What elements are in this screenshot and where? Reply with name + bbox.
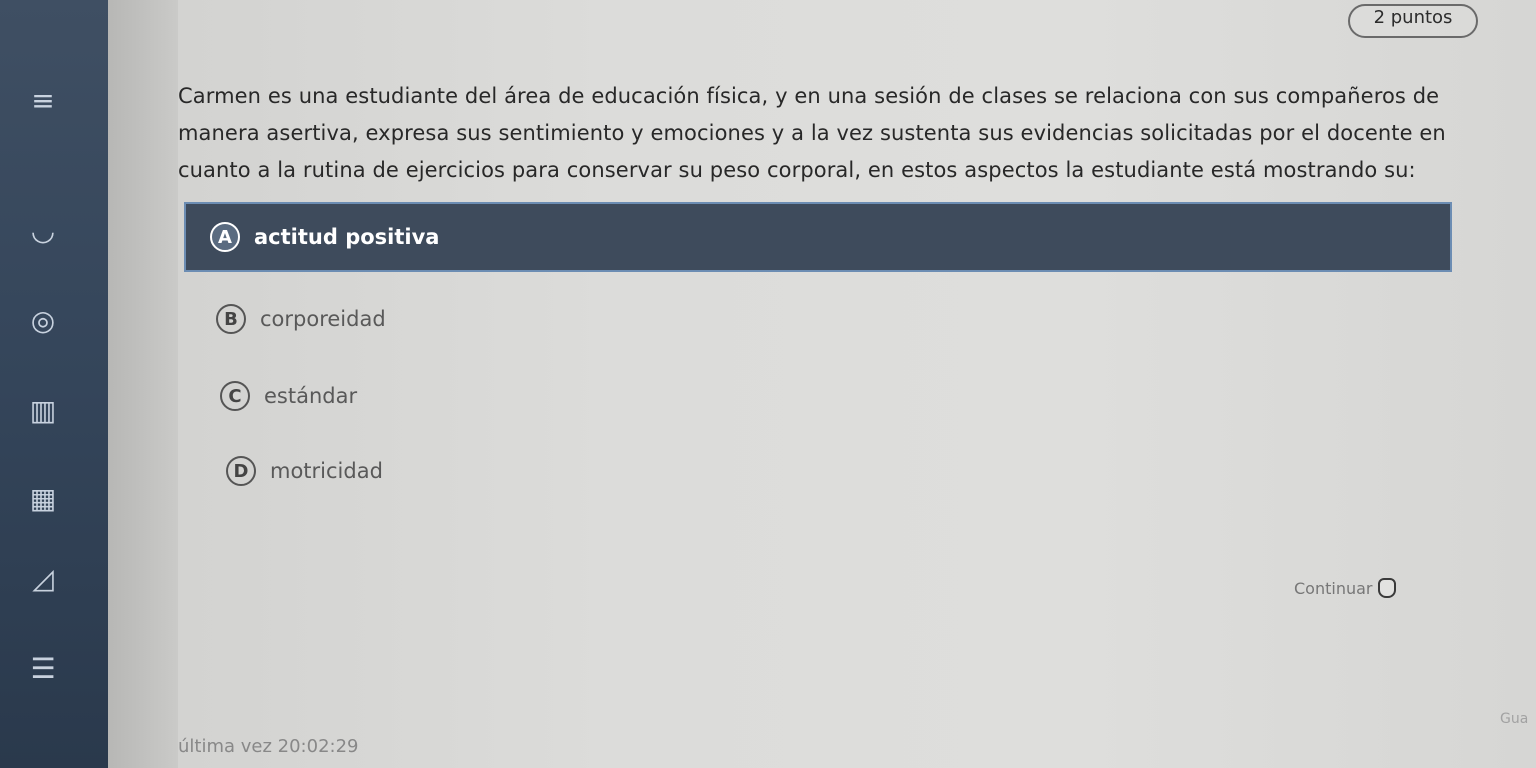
option-d-label: motricidad bbox=[270, 459, 383, 483]
option-b-letter: B bbox=[216, 304, 246, 334]
left-navigation-rail: ≡ ◡ ◎ ▥ ▦ ◿ ☰ bbox=[0, 0, 108, 768]
last-save-time: última vez 20:02:29 bbox=[178, 736, 359, 757]
option-a-label: actitud positiva bbox=[254, 225, 440, 249]
option-c-letter: C bbox=[220, 381, 250, 411]
rail-shadow bbox=[108, 0, 178, 768]
list-icon[interactable]: ☰ bbox=[24, 650, 62, 688]
question-text: Carmen es una estudiante del área de edu… bbox=[178, 84, 1446, 182]
option-b-label: corporeidad bbox=[260, 307, 386, 331]
globe-icon[interactable]: ◎ bbox=[24, 302, 62, 340]
option-d[interactable]: D motricidad bbox=[226, 456, 383, 486]
continue-button[interactable]: Continuar bbox=[1294, 578, 1397, 598]
document-icon[interactable]: ▥ bbox=[24, 392, 62, 430]
user-icon[interactable]: ◡ bbox=[24, 212, 62, 250]
option-c-label: estándar bbox=[264, 384, 358, 408]
points-badge: 2 puntos bbox=[1348, 4, 1478, 38]
option-d-letter: D bbox=[226, 456, 256, 486]
continue-label: Continuar bbox=[1294, 578, 1373, 598]
option-a-letter: A bbox=[210, 222, 240, 252]
menu-icon[interactable]: ≡ bbox=[24, 82, 62, 120]
option-b[interactable]: B corporeidad bbox=[216, 304, 386, 334]
main-content: 2 puntos Carmen es una estudiante del ár… bbox=[178, 0, 1536, 768]
partial-text: Gua bbox=[1500, 711, 1529, 727]
chart-icon[interactable]: ◿ bbox=[24, 560, 62, 598]
quiz-screen: ≡ ◡ ◎ ▥ ▦ ◿ ☰ 2 puntos Carmen es una est… bbox=[0, 0, 1536, 768]
option-c[interactable]: C estándar bbox=[220, 381, 357, 411]
option-a[interactable]: A actitud positiva bbox=[184, 202, 1452, 272]
hand-cursor-icon bbox=[1378, 578, 1397, 598]
calendar-icon[interactable]: ▦ bbox=[24, 480, 62, 518]
